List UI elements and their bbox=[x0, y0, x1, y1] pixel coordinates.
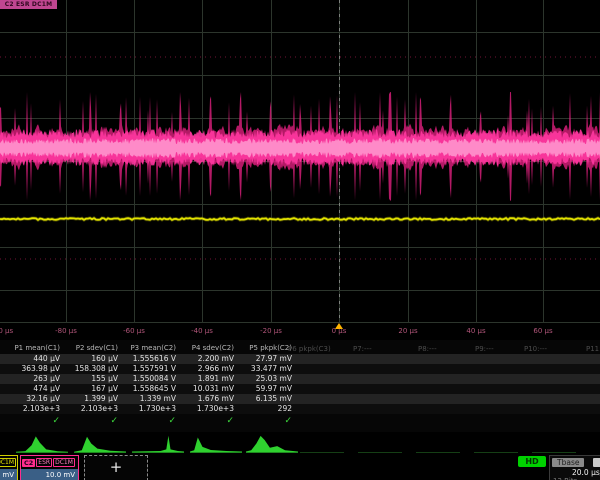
measure-status-check: ✓ bbox=[6, 414, 60, 428]
unused-param-header[interactable]: P6 pkpk(C3) bbox=[288, 345, 331, 353]
measure-cell: 33.477 mV bbox=[238, 364, 292, 374]
measure-column: P3 mean(C2)1.555616 V1.557591 V1.550084 … bbox=[122, 342, 176, 428]
measure-cell: 363.98 µV bbox=[6, 364, 60, 374]
measure-cell: 155 µV bbox=[64, 374, 118, 384]
measure-status-check: ✓ bbox=[180, 414, 234, 428]
measure-cell: 2.966 mV bbox=[180, 364, 234, 374]
measure-column: P5 pkpk(C2)27.97 mV33.477 mV25.03 mV59.9… bbox=[238, 342, 292, 428]
unused-param-header[interactable]: P11:--- bbox=[586, 345, 600, 353]
measure-cell: 25.03 mV bbox=[238, 374, 292, 384]
measure-cell: 6.135 mV bbox=[238, 394, 292, 404]
measure-cell: 158.308 µV bbox=[64, 364, 118, 374]
graticule: C2 ESR DC1M bbox=[0, 0, 600, 322]
measure-status-check: ✓ bbox=[64, 414, 118, 428]
c1-coupling-badge: DC1M bbox=[0, 458, 16, 467]
measure-cell: 167 µV bbox=[64, 384, 118, 394]
unused-param-header[interactable]: P10:--- bbox=[524, 345, 547, 353]
measure-status-check: ✓ bbox=[122, 414, 176, 428]
measure-cell: 1.557591 V bbox=[122, 364, 176, 374]
histicon-baseline-tail bbox=[358, 452, 402, 453]
measure-cell: 1.555616 V bbox=[122, 354, 176, 364]
time-axis-label: -60 µs bbox=[123, 327, 145, 335]
time-axis-label: -80 µs bbox=[55, 327, 77, 335]
measure-column-header[interactable]: P3 mean(C2) bbox=[122, 342, 176, 354]
histicon[interactable] bbox=[190, 434, 242, 454]
time-axis-label: 60 µs bbox=[533, 327, 552, 335]
c2-esr-badge: ESR bbox=[36, 458, 52, 467]
unused-param-header[interactable]: P8:--- bbox=[418, 345, 437, 353]
time-axis-label: 0 µs bbox=[332, 327, 347, 335]
measure-status-check: ✓ bbox=[238, 414, 292, 428]
measure-cell: 10.031 mV bbox=[180, 384, 234, 394]
tbase-scale-value: 20.0 µs/div bbox=[572, 468, 600, 477]
measure-cell: 292 bbox=[238, 404, 292, 414]
measure-cell: 474 µV bbox=[6, 384, 60, 394]
measure-cell: 27.97 mV bbox=[238, 354, 292, 364]
measure-cell: 2.200 mV bbox=[180, 354, 234, 364]
measure-column-header[interactable]: P5 pkpk(C2) bbox=[238, 342, 292, 354]
histicon-baseline-tail bbox=[474, 452, 518, 453]
measure-column-header[interactable]: P4 sdev(C2) bbox=[180, 342, 234, 354]
c2-coupling-badge: DC1M bbox=[53, 458, 75, 467]
measure-cell: 1.339 mV bbox=[122, 394, 176, 404]
histicon-baseline-tail bbox=[416, 452, 460, 453]
measure-cell: 32.16 µV bbox=[6, 394, 60, 404]
histicon-baseline-tail bbox=[300, 452, 344, 453]
c1-vdiv-value: 10.0 mV bbox=[0, 469, 17, 480]
c2-descriptor-box[interactable]: C2 ESR DC1M 10.0 mV bbox=[20, 455, 79, 480]
measure-cell: 2.103e+3 bbox=[64, 404, 118, 414]
histicon[interactable] bbox=[246, 434, 298, 454]
hd-acquisition-badge[interactable]: HD bbox=[518, 456, 546, 467]
histicon[interactable] bbox=[132, 434, 184, 454]
c2-vdiv-value: 10.0 mV bbox=[21, 469, 78, 480]
measure-column: P1 mean(C1)440 µV363.98 µV263 µV474 µV32… bbox=[6, 342, 60, 428]
histicon[interactable] bbox=[16, 434, 68, 454]
waveform-canvas[interactable] bbox=[0, 0, 600, 322]
measure-column-header[interactable]: P2 sdev(C1) bbox=[64, 342, 118, 354]
measure-cell: 263 µV bbox=[6, 374, 60, 384]
unused-param-header[interactable]: P7:--- bbox=[353, 345, 372, 353]
descriptor-bar: C1 DC1M 10.0 mV C2 ESR DC1M 10.0 mV + HD… bbox=[0, 455, 600, 480]
measure-cell: 2.103e+3 bbox=[6, 404, 60, 414]
measure-cell: 160 µV bbox=[64, 354, 118, 364]
measure-cell: 1.558645 V bbox=[122, 384, 176, 394]
time-axis: -100 µs -80 µs -60 µs -40 µs -20 µs 0 µs 20 µs… bbox=[0, 322, 600, 341]
time-axis-label: -20 µs bbox=[260, 327, 282, 335]
c2-channel-badge: C2 bbox=[22, 459, 35, 467]
time-axis-label: 20 µs bbox=[398, 327, 417, 335]
oscilloscope-screen: C2 ESR DC1M -100 µs -80 µs -60 µs -40 µs -20… bbox=[0, 0, 600, 480]
time-axis-label: -40 µs bbox=[191, 327, 213, 335]
measure-cell: 59.97 mV bbox=[238, 384, 292, 394]
measure-cell: 440 µV bbox=[6, 354, 60, 364]
measure-cell: 1.676 mV bbox=[180, 394, 234, 404]
timebase-descriptor-box[interactable]: Tbase 20.0 µs/div 12 Bits bbox=[549, 455, 600, 480]
histicon-row bbox=[0, 432, 600, 455]
c1-descriptor-box[interactable]: C1 DC1M 10.0 mV bbox=[0, 455, 18, 480]
measure-column: P2 sdev(C1)160 µV158.308 µV155 µV167 µV1… bbox=[64, 342, 118, 428]
measure-column-header[interactable]: P1 mean(C1) bbox=[6, 342, 60, 354]
measure-cell: 1.730e+3 bbox=[122, 404, 176, 414]
plus-icon: + bbox=[110, 458, 123, 476]
histicon-baseline-tail bbox=[532, 452, 576, 453]
tbase-title: Tbase bbox=[552, 458, 584, 467]
measure-column: P4 sdev(C2)2.200 mV2.966 mV1.891 mV10.03… bbox=[180, 342, 234, 428]
time-axis-label: 40 µs bbox=[466, 327, 485, 335]
unused-param-header[interactable]: P9:--- bbox=[475, 345, 494, 353]
histicon[interactable] bbox=[74, 434, 126, 454]
measure-cell: 1.399 µV bbox=[64, 394, 118, 404]
measure-cell: 1.891 mV bbox=[180, 374, 234, 384]
trace-annotation-badge: C2 ESR DC1M bbox=[0, 0, 57, 9]
measure-cell: 1.730e+3 bbox=[180, 404, 234, 414]
measure-table: P1 mean(C1)440 µV363.98 µV263 µV474 µV32… bbox=[0, 340, 600, 432]
time-axis-label: -100 µs bbox=[0, 327, 13, 335]
measure-cell: 1.550084 V bbox=[122, 374, 176, 384]
add-trace-button[interactable]: + bbox=[84, 455, 148, 480]
tbase-delay-chip bbox=[593, 458, 600, 467]
